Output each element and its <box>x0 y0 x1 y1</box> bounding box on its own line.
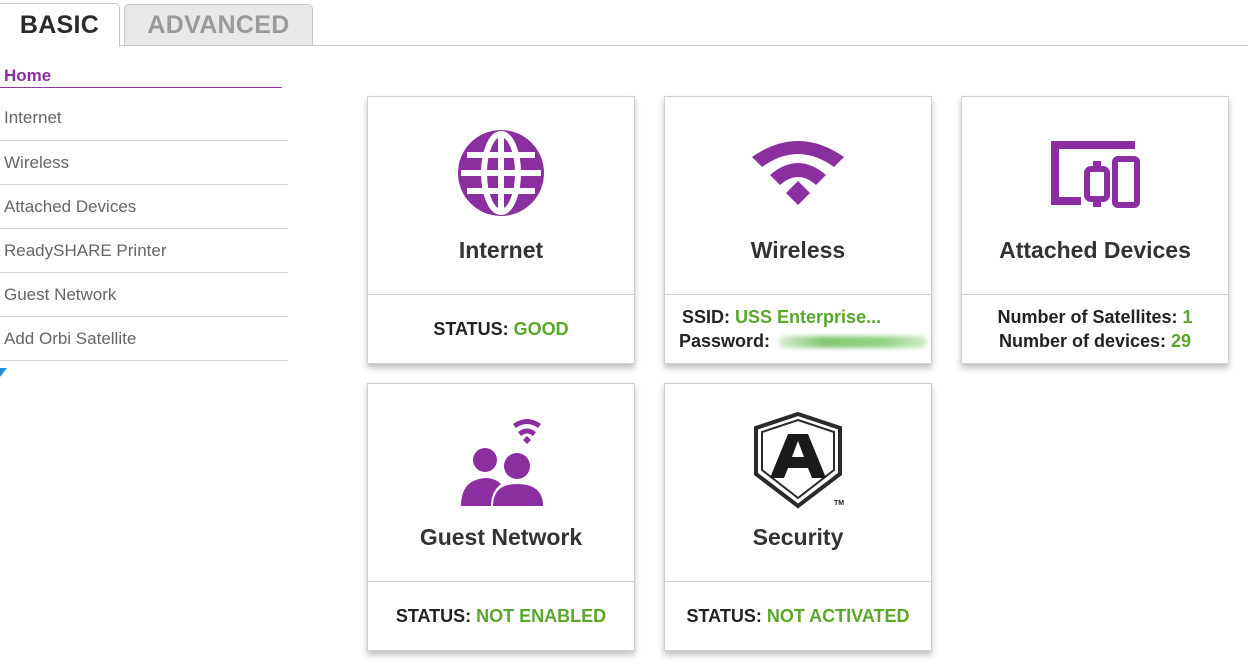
status-label: STATUS: <box>686 605 762 626</box>
armor-shield-icon: TM <box>748 410 848 510</box>
tab-advanced[interactable]: ADVANCED <box>124 4 313 45</box>
card-wireless-title: Wireless <box>750 237 846 263</box>
card-security-title: Security <box>752 524 844 550</box>
card-attached-devices-info: Number of Satellites: 1 Number of device… <box>962 295 1228 363</box>
satellites-value: 1 <box>1182 307 1193 327</box>
card-attached-devices-top: Attached Devices <box>962 97 1228 295</box>
ssid-value: USS Enterprise... <box>735 307 882 327</box>
card-guest-network[interactable]: Guest Network STATUS: NOT ENABLED <box>367 383 635 651</box>
card-wireless-info: SSID: USS Enterprise... Password: <box>665 295 931 363</box>
card-internet-status: STATUS: GOOD <box>368 295 634 363</box>
devices-icon <box>1045 123 1145 223</box>
password-redacted <box>779 336 928 349</box>
tab-baseline <box>120 45 1248 46</box>
card-internet-top: Internet <box>368 97 634 295</box>
sidebar-item-readyshare-printer[interactable]: ReadySHARE Printer <box>0 229 288 273</box>
sidebar-item-guest-network[interactable]: Guest Network <box>0 273 288 317</box>
card-attached-devices[interactable]: Attached Devices Number of Satellites: 1… <box>961 96 1229 364</box>
sidebar-item-internet[interactable]: Internet <box>0 88 288 141</box>
card-guest-network-status: STATUS: NOT ENABLED <box>368 582 634 650</box>
card-internet[interactable]: Internet STATUS: GOOD <box>367 96 635 364</box>
sidebar-item-home[interactable]: Home <box>0 58 282 88</box>
tab-basic[interactable]: BASIC <box>0 3 120 47</box>
ssid-label: SSID: <box>682 307 731 327</box>
devices-value: 29 <box>1171 331 1192 351</box>
status-value: NOT ENABLED <box>476 605 607 626</box>
devices-label: Number of devices: <box>998 331 1166 351</box>
card-guest-network-top: Guest Network <box>368 384 634 582</box>
satellites-label: Number of Satellites: <box>997 307 1178 327</box>
trademark-mark: TM <box>834 500 845 507</box>
sidebar-item-add-orbi-satellite[interactable]: Add Orbi Satellite <box>0 317 288 361</box>
sidebar-item-wireless[interactable]: Wireless <box>0 141 288 185</box>
status-label: STATUS: <box>395 605 472 626</box>
corner-marker <box>0 368 7 377</box>
card-wireless[interactable]: Wireless SSID: USS Enterprise... Passwor… <box>664 96 932 364</box>
status-label: STATUS: <box>433 318 509 339</box>
card-security[interactable]: TM Security STATUS: NOT ACTIVATED <box>664 383 932 651</box>
sidebar-nav: Home Internet Wireless Attached Devices … <box>0 58 288 361</box>
status-value: GOOD <box>513 318 569 339</box>
tab-bar: BASIC ADVANCED <box>0 0 1248 47</box>
card-internet-title: Internet <box>458 237 544 263</box>
card-security-top: TM Security <box>665 384 931 582</box>
sidebar-item-attached-devices[interactable]: Attached Devices <box>0 185 288 229</box>
card-guest-network-title: Guest Network <box>419 524 583 550</box>
card-security-status: STATUS: NOT ACTIVATED <box>665 582 931 650</box>
globe-icon <box>451 123 551 223</box>
wifi-icon <box>748 123 848 223</box>
card-wireless-top: Wireless <box>665 97 931 295</box>
card-attached-devices-title: Attached Devices <box>999 237 1191 263</box>
status-value: NOT ACTIVATED <box>766 605 910 626</box>
guest-network-icon <box>451 410 551 510</box>
password-label: Password: <box>679 331 771 351</box>
